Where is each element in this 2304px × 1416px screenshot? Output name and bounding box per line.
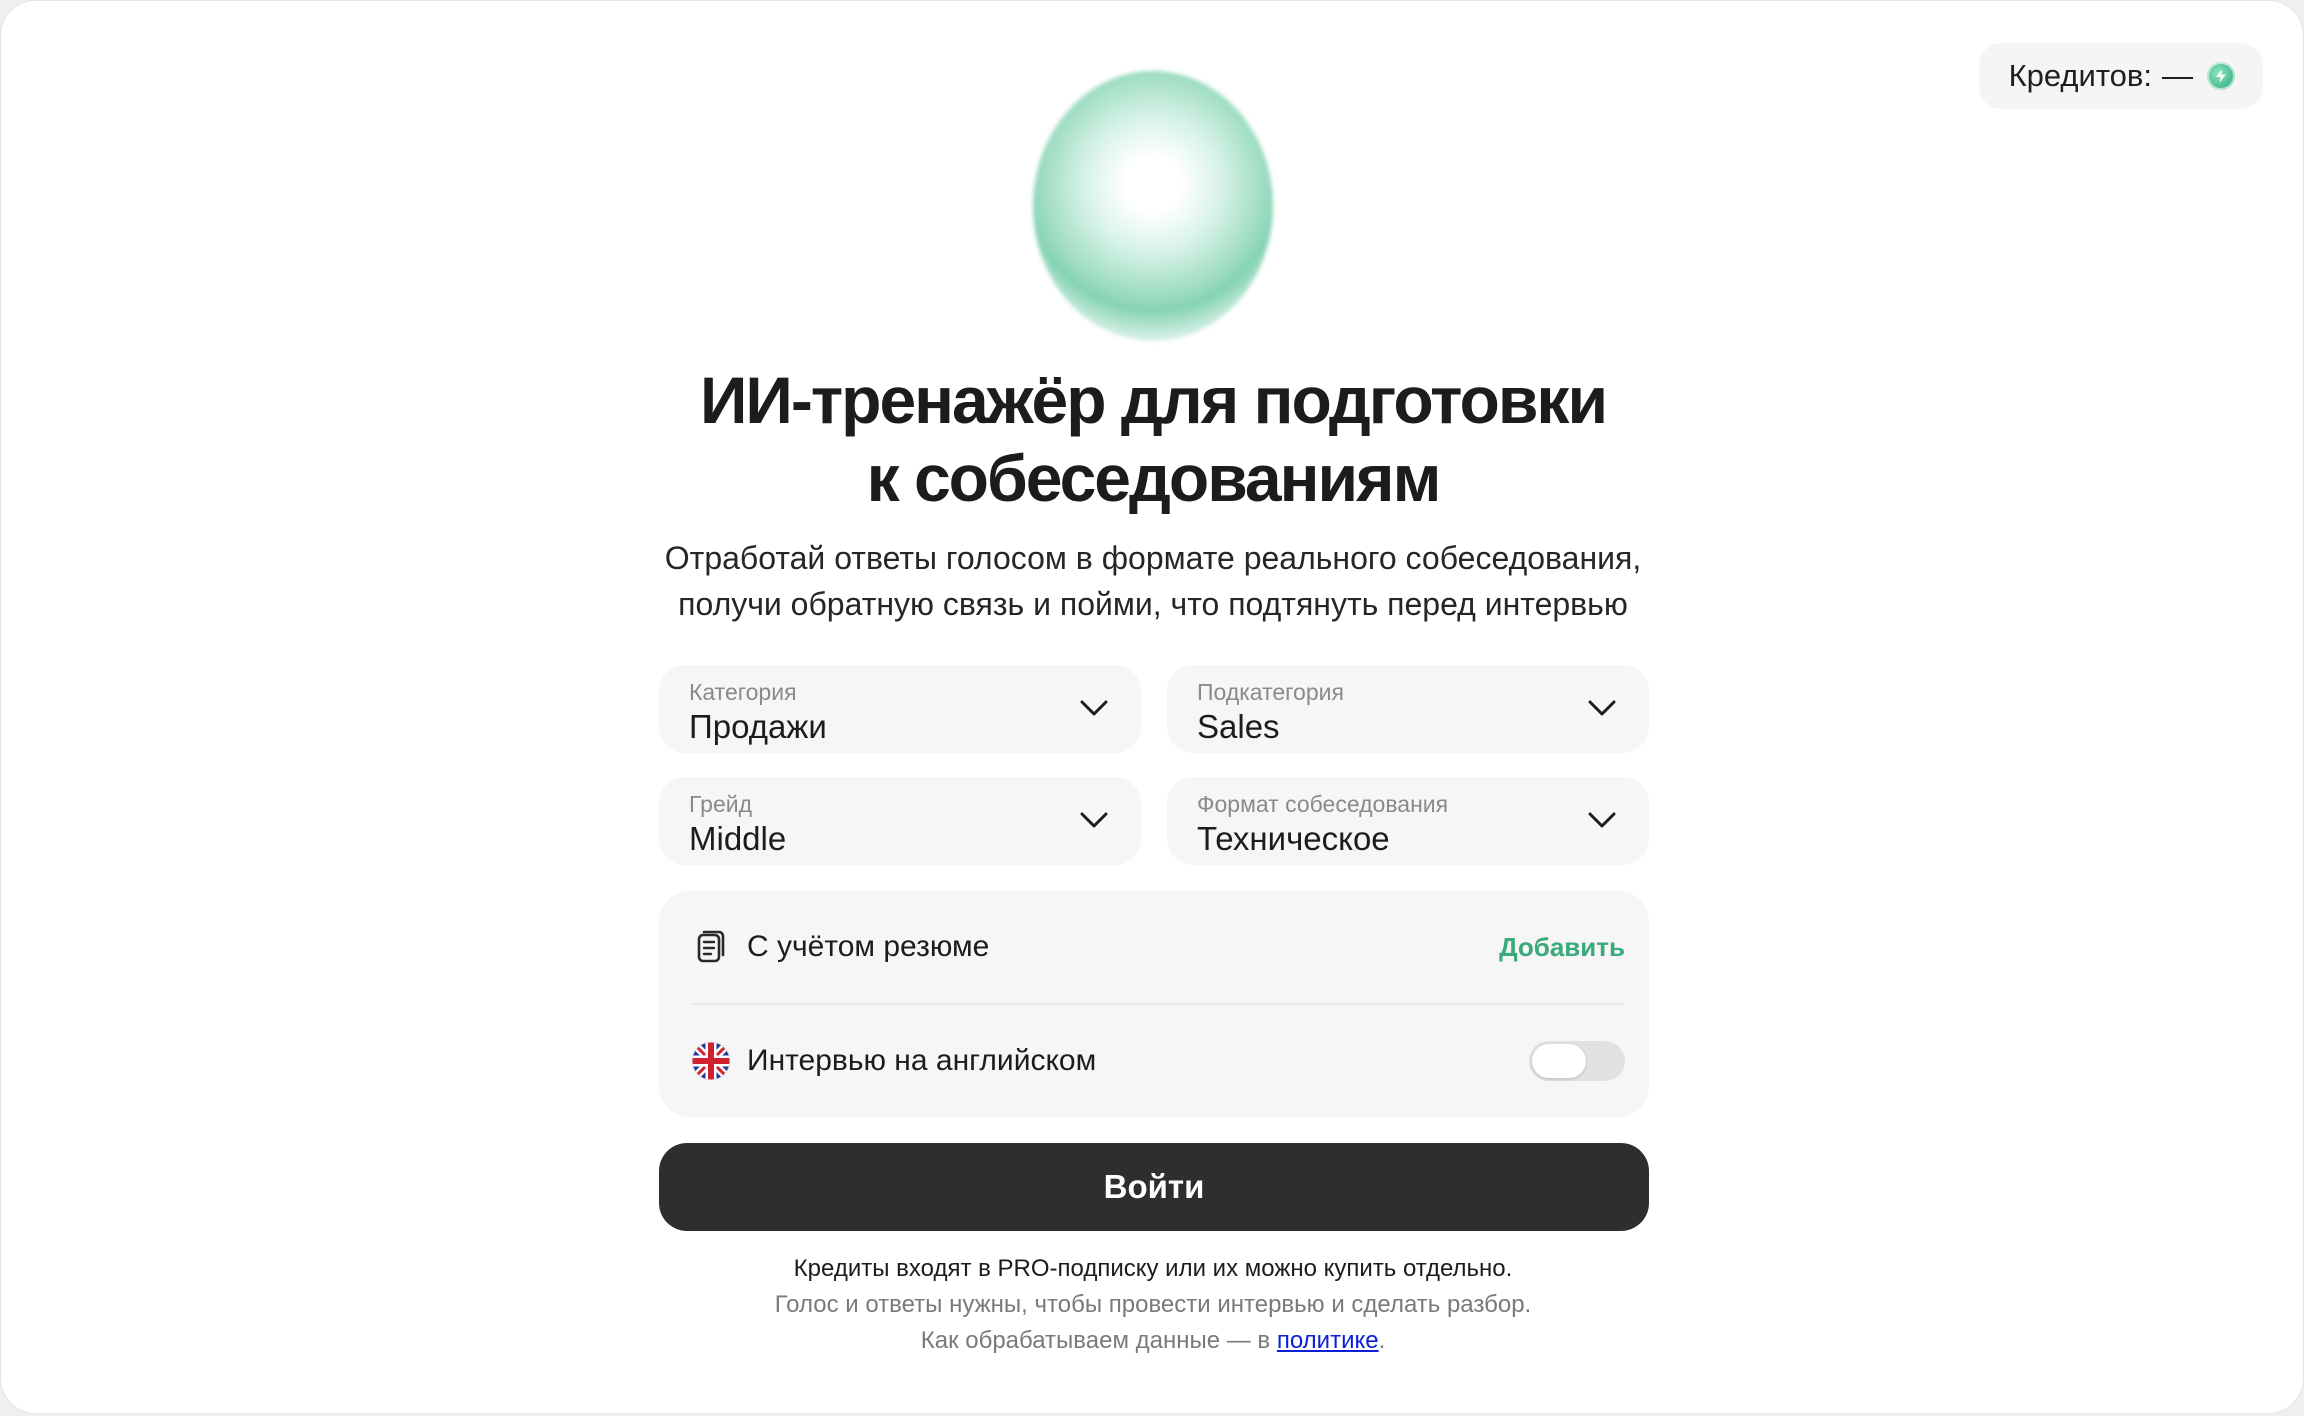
add-resume-link[interactable]: Добавить [1499, 932, 1625, 963]
page-subtitle: Отработай ответы голосом в формате реаль… [1, 535, 2303, 627]
chevron-down-icon [1080, 700, 1108, 716]
credit-coin-icon [2207, 62, 2235, 90]
footer-notes: Кредиты входят в PRO-подписку или их мож… [1, 1251, 2303, 1359]
footer-privacy-suffix: . [1378, 1327, 1386, 1354]
privacy-policy-link[interactable]: политике [1277, 1327, 1379, 1354]
credits-badge[interactable]: Кредитов: — [1978, 43, 2263, 109]
login-button[interactable]: Войти [659, 1143, 1649, 1231]
chevron-down-icon [1588, 812, 1616, 828]
grade-select-label: Грейд [689, 791, 753, 817]
english-option-label: Интервью на английском [747, 1044, 1097, 1077]
grade-select[interactable]: Грейд Middle [659, 777, 1141, 865]
category-select-value: Продажи [689, 708, 827, 745]
english-interview-toggle[interactable] [1529, 1041, 1625, 1081]
uk-flag-icon [691, 1041, 731, 1081]
footer-voice-note: Голос и ответы нужны, чтобы провести инт… [774, 1291, 1532, 1318]
page-title-line-2: к собеседованиям [866, 441, 1442, 515]
document-icon [691, 927, 731, 967]
category-select[interactable]: Категория Продажи [659, 665, 1141, 753]
select-grid: Категория Продажи Подкатегория Sales Гре… [659, 665, 1649, 865]
footer-privacy-note: Как обрабатываем данные — в политике. [1, 1323, 2303, 1359]
toggle-knob [1532, 1044, 1586, 1078]
resume-option-label: С учётом резюме [747, 930, 990, 963]
bolt-icon [2216, 69, 2226, 83]
footer-credits-note: Кредиты входят в PRO-подписку или их мож… [793, 1255, 1513, 1282]
chevron-down-icon [1588, 700, 1616, 716]
credits-label: Кредитов: [2008, 58, 2152, 93]
chevron-down-icon [1080, 812, 1108, 828]
resume-option-row: С учётом резюме Добавить [691, 891, 1625, 1003]
credits-text: Кредитов: — [2009, 58, 2193, 94]
english-option-row: Интервью на английском [691, 1003, 1625, 1117]
interview-format-select-value: Техническое [1197, 820, 1390, 857]
subcategory-select-value: Sales [1197, 708, 1280, 745]
credits-value: — [2162, 58, 2193, 93]
interview-format-select-label: Формат собеседования [1197, 791, 1449, 817]
category-select-label: Категория [689, 679, 797, 705]
page-subtitle-line-1: Отработай ответы голосом в формате реаль… [664, 540, 1642, 576]
interview-setup-form: Категория Продажи Подкатегория Sales Гре… [659, 665, 1649, 1231]
app-window: Кредитов: — ИИ-тренажёр для подготовки к… [0, 0, 2304, 1414]
page-title-line-1: ИИ-тренажёр для подготовки [699, 363, 1608, 437]
subcategory-select[interactable]: Подкатегория Sales [1167, 665, 1649, 753]
footer-privacy-prefix: Как обрабатываем данные — в [920, 1327, 1277, 1354]
ai-orb [1033, 71, 1273, 341]
grade-select-value: Middle [689, 820, 787, 857]
page-subtitle-line-2: получи обратную связь и пойми, что подтя… [678, 586, 1628, 622]
interview-format-select[interactable]: Формат собеседования Техническое [1167, 777, 1649, 865]
subcategory-select-label: Подкатегория [1197, 679, 1344, 705]
options-card: С учётом резюме Добавить Интервью на анг… [659, 891, 1649, 1117]
page-title: ИИ-тренажёр для подготовки к собеседован… [1, 361, 2303, 517]
ai-orb-glow [1033, 71, 1273, 341]
